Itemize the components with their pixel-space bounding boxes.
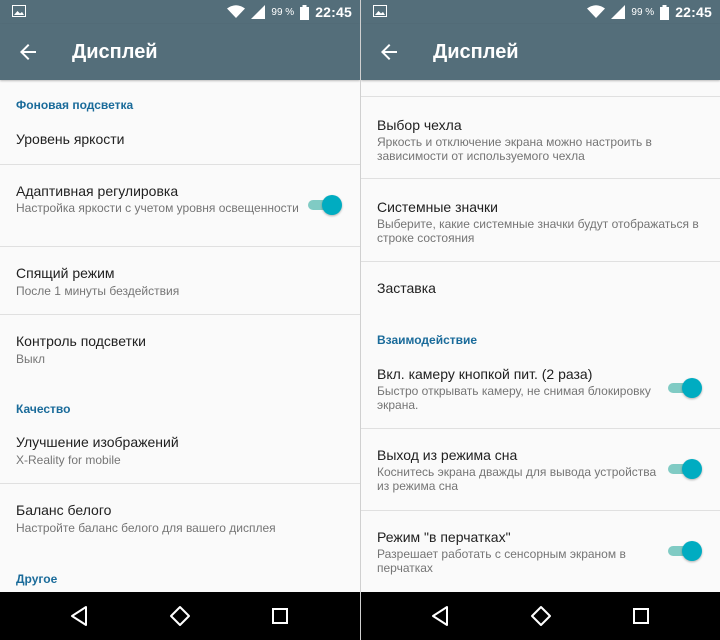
signal-icon: [611, 5, 626, 19]
wake-on-tap-toggle[interactable]: [666, 459, 702, 479]
setting-screensaver[interactable]: Заставка: [361, 262, 720, 317]
setting-title: Спящий режим: [16, 265, 115, 281]
setting-sleep[interactable]: Спящий режим После 1 минуты бездействия: [0, 247, 360, 314]
camera-power-key-toggle[interactable]: [666, 378, 702, 398]
setting-image-enhancement[interactable]: Улучшение изображений X-Reality for mobi…: [0, 420, 360, 483]
status-bar: 99 % 22:45: [361, 0, 720, 24]
section-backlight: Фоновая подсветка: [16, 98, 134, 112]
wifi-icon: [227, 5, 246, 18]
setting-cover-selection[interactable]: Выбор чехла Яркость и отключение экрана …: [361, 97, 720, 178]
setting-summary: Разрешает работать с сенсорным экраном в…: [377, 547, 626, 575]
app-bar: Дисплей: [361, 24, 720, 80]
setting-summary: Быстро открывать камеру, не снимая блоки…: [377, 384, 651, 412]
setting-title: Адаптивная регулировка: [16, 183, 179, 199]
setting-wake-on-tap[interactable]: Выход из режима сна Коснитесь экрана два…: [361, 429, 720, 510]
navigation-bar: [361, 592, 720, 640]
settings-list: Выбор чехла Яркость и отключение экрана …: [361, 80, 720, 592]
setting-backlight-control[interactable]: Контроль подсветки Выкл: [0, 315, 360, 385]
setting-adaptive-brightness[interactable]: Адаптивная регулировка Настройка яркости…: [0, 165, 360, 246]
navigation-bar: [0, 592, 360, 640]
setting-title: Режим "в перчатках": [377, 529, 511, 545]
setting-title: Заставка: [377, 280, 436, 296]
nav-home-icon[interactable]: [168, 604, 192, 628]
status-bar: 99 % 22:45: [0, 0, 360, 24]
setting-summary: Выкл: [16, 352, 46, 366]
settings-list: Фоновая подсветка Уровень яркости Адапти…: [0, 80, 360, 592]
setting-glove-mode[interactable]: Режим "в перчатках" Разрешает работать с…: [361, 511, 720, 592]
section-interaction: Взаимодействие: [377, 333, 478, 347]
setting-brightness[interactable]: Уровень яркости: [0, 118, 360, 164]
page-title: Дисплей: [72, 41, 158, 63]
battery-percent: 99 %: [271, 6, 295, 18]
toggle-thumb: [682, 459, 702, 479]
section-other: Другое: [16, 572, 58, 586]
clock: 22:45: [675, 4, 712, 20]
battery-percent: 99 %: [631, 6, 655, 18]
setting-summary: После 1 минуты бездействия: [16, 284, 180, 298]
setting-title: Выбор чехла: [377, 117, 462, 133]
setting-white-balance[interactable]: Баланс белого Настройте баланс белого дл…: [0, 484, 360, 556]
clock: 22:45: [315, 4, 352, 20]
setting-title: Системные значки: [377, 199, 498, 215]
setting-summary: Яркость и отключение экрана можно настро…: [377, 135, 652, 163]
nav-back-icon[interactable]: [68, 604, 92, 628]
setting-title: Улучшение изображений: [16, 434, 179, 450]
wifi-icon: [587, 5, 606, 18]
battery-icon: [660, 4, 670, 20]
nav-recents-icon[interactable]: [629, 604, 653, 628]
back-arrow-icon[interactable]: [377, 40, 401, 64]
setting-title: Выход из режима сна: [377, 447, 518, 463]
setting-summary: Настройка яркости с учетом уровня освеще…: [16, 201, 299, 215]
setting-camera-power-key[interactable]: Вкл. камеру кнопкой пит. (2 раза) Быстро…: [361, 350, 720, 428]
app-bar: Дисплей: [0, 24, 360, 80]
battery-icon: [300, 4, 310, 20]
setting-system-icons[interactable]: Системные значки Выберите, какие системн…: [361, 179, 720, 261]
toggle-thumb: [322, 195, 342, 215]
left-screen: 99 % 22:45 Дисплей Фоновая подсветка Уро…: [0, 0, 360, 640]
image-icon: [373, 5, 387, 17]
setting-title: Баланс белого: [16, 502, 112, 518]
toggle-thumb: [682, 378, 702, 398]
back-arrow-icon[interactable]: [16, 40, 40, 64]
section-quality: Качество: [16, 402, 71, 416]
glove-mode-toggle[interactable]: [666, 541, 702, 561]
image-icon: [12, 5, 26, 17]
adaptive-brightness-toggle[interactable]: [306, 195, 342, 215]
setting-summary: X-Reality for mobile: [16, 453, 121, 467]
nav-recents-icon[interactable]: [268, 604, 292, 628]
nav-home-icon[interactable]: [529, 604, 553, 628]
nav-back-icon[interactable]: [429, 604, 453, 628]
setting-summary: Выберите, какие системные значки будут о…: [377, 217, 699, 245]
signal-icon: [251, 5, 266, 19]
setting-title: Уровень яркости: [16, 131, 125, 147]
setting-summary: Настройте баланс белого для вашего диспл…: [16, 521, 276, 535]
setting-title: Вкл. камеру кнопкой пит. (2 раза): [377, 366, 593, 382]
toggle-thumb: [682, 541, 702, 561]
setting-title: Контроль подсветки: [16, 333, 146, 349]
setting-summary: Коснитесь экрана дважды для вывода устро…: [377, 465, 657, 493]
page-title: Дисплей: [433, 41, 519, 63]
right-screen: 99 % 22:45 Дисплей Выбор чехла Яркость и…: [360, 0, 720, 640]
